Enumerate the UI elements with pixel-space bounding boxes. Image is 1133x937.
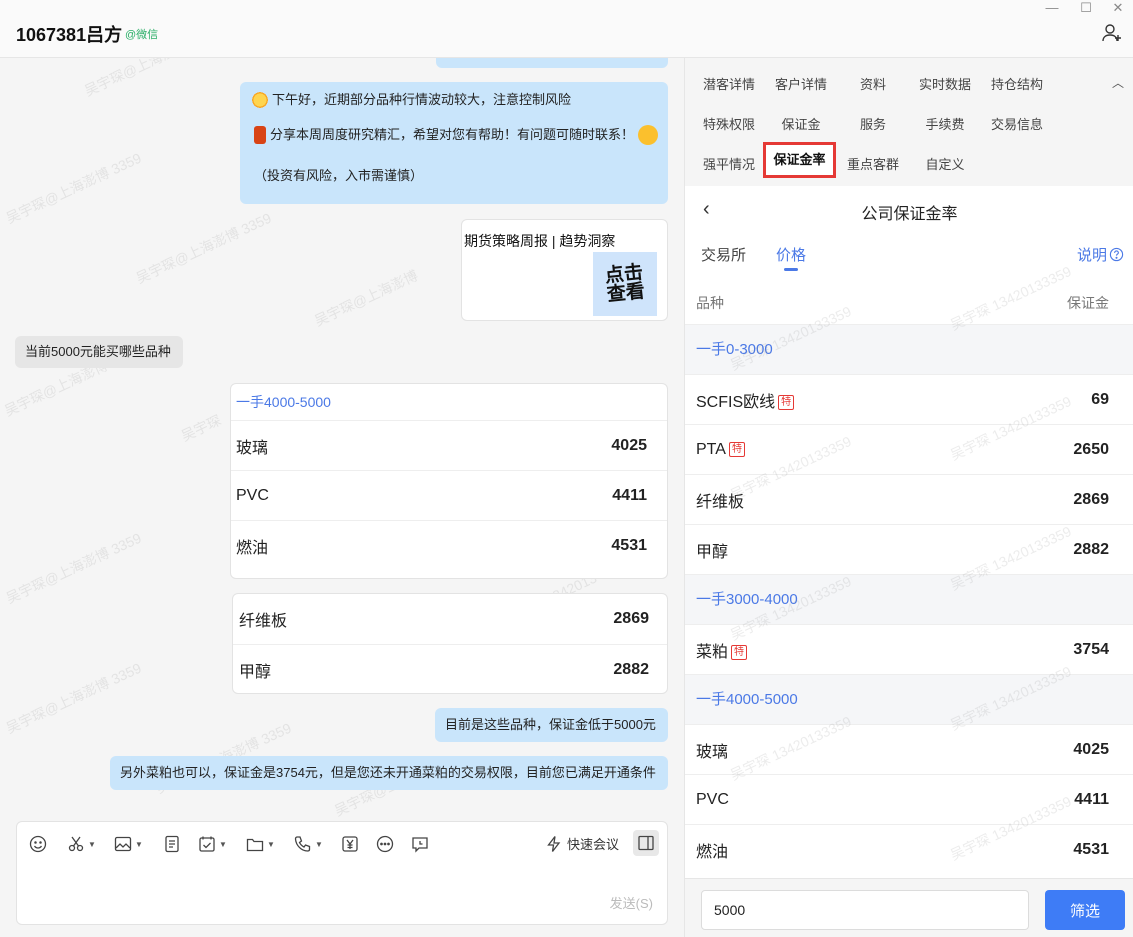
special-badge: 特 [778,394,795,410]
tab-service[interactable]: 服务 [837,114,909,133]
article-card[interactable]: 期货策略周报 | 趋势洞察 点击查看 [461,219,668,321]
filter-footer: 筛选 [685,878,1133,937]
quick-meeting-label: 快速会议 [566,837,619,852]
send-button[interactable]: 发送(S) [610,893,653,912]
tab-trade-info[interactable]: 交易信息 [981,114,1053,133]
article-thumbnail: 点击查看 [593,252,657,316]
column-variety: 品种 [696,295,724,311]
folder-icon[interactable]: ▼ [246,834,275,854]
share-text: 分享本周周度研究精汇，希望对您有帮助！有问题可随时联系！ [270,127,635,142]
card-group-title: 一手4000-5000 [236,394,331,410]
filter-button[interactable]: 筛选 [1045,890,1125,930]
risk-disclaimer: （投资有风险，入市需谨慎） [254,168,424,183]
tab-fees[interactable]: 手续费 [909,114,981,133]
document-icon[interactable] [163,834,181,854]
tab-margin[interactable]: 保证金 [765,114,837,133]
image-icon[interactable]: ▼ [114,834,143,854]
subtab-exchange[interactable]: 交易所 [701,244,746,265]
card-row: 燃油 4531 [231,520,667,570]
table-row[interactable]: 纤维板 2869 [685,474,1133,524]
tab-customer-details[interactable]: 客户详情 [765,74,837,93]
minimize-icon[interactable]: — [1042,0,1062,15]
table-row[interactable]: 甲醇 2882 [685,524,1133,574]
tab-realtime-data[interactable]: 实时数据 [909,74,981,93]
margin-card-4000-5000[interactable]: 一手4000-5000 玻璃 4025 PVC 4411 燃油 4531 [230,383,668,579]
phone-icon[interactable]: ▼ [294,834,323,854]
table-row[interactable]: SCFIS欧线特 69 [685,374,1133,424]
column-margin: 保证金 [1067,295,1109,311]
help-label: 说明 [1076,247,1107,264]
customer-info-panel: 潜客详情 客户详情 资料 实时数据 持仓结构 ︿ 特殊权限 保证金 服务 手续费… [684,58,1133,937]
tab-profile[interactable]: 资料 [837,74,909,93]
tab-custom[interactable]: 自定义 [909,154,981,173]
card-row: PVC 4411 [231,470,667,520]
margin-list: 一手0-3000 SCFIS欧线特 69 PTA 特 2650 纤维板 2869 … [685,324,1133,874]
margin-card-selected[interactable]: 纤维板 2869 甲醇 2882 [232,593,668,694]
group-header: 一手0-3000 [685,324,1133,374]
panel-tabs: 潜客详情 客户详情 资料 实时数据 持仓结构 ︿ 特殊权限 保证金 服务 手续费… [685,58,1133,186]
panel-title-bar: ‹ 公司保证金率 [685,186,1133,232]
thumbnail-text: 点击查看 [603,262,646,306]
table-row[interactable]: 燃油 4531 [685,824,1133,874]
panel-title: 公司保证金率 [861,206,958,223]
tab-liquidation[interactable]: 强平情况 [693,154,765,173]
thinking-emoji-icon [638,125,658,145]
subtab-underline [784,268,798,271]
table-row[interactable]: 菜粕特 3754 [685,624,1133,674]
margin-filter-input[interactable] [701,890,1029,930]
table-row[interactable]: PTA 特 2650 [685,424,1133,474]
add-member-icon[interactable] [1101,22,1123,44]
question-icon [1109,247,1124,262]
tab-position-structure[interactable]: 持仓结构 [981,74,1053,93]
schedule-icon[interactable]: ▼ [198,834,227,854]
screenshot-icon[interactable]: ▼ [67,834,96,854]
payment-icon[interactable] [341,834,359,854]
card-row: 玻璃 4025 [231,420,667,470]
tab-margin-rate[interactable]: 保证金率 [763,142,836,178]
maximize-icon[interactable]: ☐ [1076,0,1096,16]
window-header: 1067381吕方 @微信 — ☐ ✕ [0,0,1133,58]
close-icon[interactable]: ✕ [1108,0,1128,16]
sort-subtabs: 交易所 价格 说明 [685,232,1133,278]
special-badge: 特 [728,441,745,457]
tab-special-permissions[interactable]: 特殊权限 [693,114,765,133]
emoji-icon[interactable] [29,834,47,854]
lightning-icon [547,835,561,852]
greeting-text: 下午好，近期部分品种行情波动较大，注意控制风险 [272,92,572,107]
special-badge: 特 [731,644,748,660]
table-header: 品种 保证金 [685,278,1133,324]
reply-message[interactable]: 目前是这些品种，保证金低于5000元 [435,708,668,742]
chat-area: 吴宇琛@上海澎博 吴宇琛@上海澎博 3359 吴宇琛@上海澎博 3359 吴宇琛… [0,58,684,937]
table-row[interactable]: 玻璃 4025 [685,724,1133,774]
collapse-chevron-icon[interactable]: ︿ [1112,74,1124,91]
contact-name: 1067381吕方 [16,25,123,45]
sidebar-toggle-icon[interactable] [633,830,659,856]
quick-meeting-button[interactable]: 快速会议 [545,834,619,853]
incoming-message[interactable]: 当前5000元能买哪些品种 [15,336,183,368]
subtab-price[interactable]: 价格 [776,244,806,265]
message-bubble-partial [436,58,668,68]
firecracker-emoji-icon [254,126,266,144]
more-icon[interactable] [376,834,394,854]
tab-key-customer-group[interactable]: 重点客群 [837,154,909,173]
card-row: 甲醇 2882 [233,644,667,694]
sun-emoji-icon [250,90,270,110]
group-header: 一手4000-5000 [685,674,1133,724]
help-link[interactable]: 说明 [1077,244,1124,265]
table-row[interactable]: PVC 4411 [685,774,1133,824]
card-row: 纤维板 2869 [239,610,649,630]
quick-reply-icon[interactable] [411,834,429,854]
article-title: 期货策略周报 | 趋势洞察 [464,233,616,249]
message-bubble-greeting[interactable]: 下午好，近期部分品种行情波动较大，注意控制风险 分享本周周度研究精汇，希望对您有… [240,82,668,204]
message-composer[interactable]: ▼ ▼ ▼ ▼ ▼ 快速会议 发送(S) [16,821,668,925]
reply-message[interactable]: 另外菜粕也可以，保证金是3754元，但是您还未开通菜粕的交易权限，目前您已满足开… [110,756,668,790]
tab-prospect-details[interactable]: 潜客详情 [693,74,765,93]
group-header: 一手3000-4000 [685,574,1133,624]
contact-source-tag: @微信 [125,29,159,41]
